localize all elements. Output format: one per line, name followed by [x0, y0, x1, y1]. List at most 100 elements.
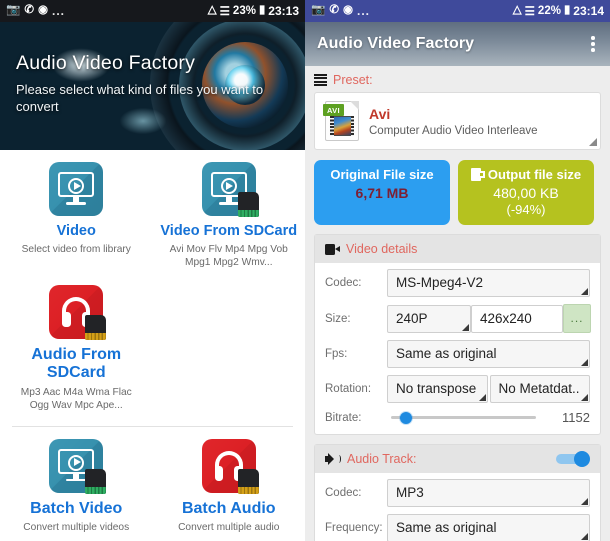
audio-codec-row: Codec: MP3	[325, 479, 590, 507]
audio-track-header: Audio Track:	[315, 445, 600, 473]
tile-video-sdcard-title: Video From SDCard	[160, 223, 298, 239]
preset-section-header: Preset:	[305, 66, 610, 92]
tile-audio-from-sdcard[interactable]: Audio From SDCard Mp3 Aac M4a Wma Flac O…	[0, 273, 153, 416]
tile-video-sdcard-desc: Avi Mov Flv Mp4 Mpg Vob Mpg1 Mpg2 Wmv...	[169, 243, 288, 268]
video-fps-spinner[interactable]: Same as original	[387, 340, 590, 368]
sdcard-icon	[237, 192, 259, 217]
sdcard-icon	[85, 314, 107, 340]
battery-percent-label: 22%	[537, 5, 561, 17]
tile-batch-video-desc: Convert multiple videos	[23, 522, 130, 534]
sdcard-icon	[85, 468, 107, 494]
bitrate-slider[interactable]	[387, 411, 540, 424]
output-file-size-box[interactable]: Output file size 480,00 KB (-94%)	[458, 160, 594, 225]
video-bitrate-label: Bitrate:	[325, 411, 362, 424]
video-bitrate-value: 1152	[562, 410, 590, 425]
tile-audio-sdcard-desc: Mp3 Aac M4a Wma Flac Ogg Wav Mpc Ape...	[20, 386, 132, 411]
camera-icon	[325, 243, 340, 255]
original-file-size-label: Original File size	[330, 167, 434, 182]
left-screen: 📷 ✆ ◉ ... △ ☰ 23% ▮ 23:13 Audio Video Fa…	[0, 0, 305, 541]
video-size-label: Size:	[325, 312, 351, 325]
app-subtitle: Please select what kind of files you wan…	[16, 82, 264, 114]
headphones-sdcard-icon	[49, 284, 107, 340]
play-triangle	[73, 458, 81, 467]
screenshot-root: 📷 ✆ ◉ ... △ ☰ 23% ▮ 23:13 Audio Video Fa…	[0, 0, 610, 541]
battery-percent-label: 23%	[232, 5, 256, 17]
status-overflow-dots: ...	[52, 4, 66, 18]
overflow-menu-icon[interactable]	[588, 32, 598, 56]
tile-video-icon-wrap	[4, 162, 149, 216]
tile-video-title: Video	[56, 223, 96, 239]
file-fold	[350, 101, 359, 110]
tile-video-sdcard-icon-wrap	[157, 162, 302, 217]
status-system-icons: △ ☰ 22% ▮ 23:14	[513, 4, 604, 18]
bitrate-track[interactable]	[391, 411, 536, 424]
video-details-form: Codec: MS-Mpeg4-V2 Size: 240P 426x240 ..…	[315, 263, 600, 434]
speaker-icon	[325, 453, 341, 465]
output-file-size-label: Output file size	[487, 167, 582, 182]
bitrate-row: Bitrate: 1152	[325, 410, 590, 425]
app-title: Audio Video Factory	[16, 52, 196, 74]
tile-audio-sdcard-icon-wrap	[4, 284, 149, 340]
tile-video-desc: Select video from library	[21, 243, 131, 255]
status-overflow-dots: ...	[357, 4, 371, 18]
video-details-header: Video details	[315, 235, 600, 263]
audio-codec-label: Codec:	[325, 487, 362, 499]
signal-icon: ☰	[524, 6, 535, 18]
avi-file-icon: AVI	[323, 101, 359, 141]
play-triangle	[226, 181, 234, 190]
video-codec-spinner[interactable]: MS-Mpeg4-V2	[387, 269, 590, 297]
fps-row: Fps: Same as original	[325, 340, 590, 368]
video-monitor-sdcard-icon	[201, 162, 259, 217]
preset-name: Avi	[369, 105, 391, 122]
tile-batch-audio-desc: Convert multiple audio	[178, 522, 280, 534]
video-size-dimensions-field[interactable]: 426x240	[471, 304, 563, 333]
tile-video[interactable]: Video Select video from library	[0, 150, 153, 273]
left-status-bar: 📷 ✆ ◉ ... △ ☰ 23% ▮ 23:13	[0, 0, 305, 22]
audio-track-card: Audio Track: Codec: MP3 Frequency: Same …	[314, 444, 601, 541]
list-icon	[314, 74, 327, 87]
tile-batch-audio[interactable]: Batch Audio Convert multiple audio	[153, 427, 306, 538]
preset-dropdown-corner-icon[interactable]	[589, 138, 597, 146]
image-icon: 📷	[311, 4, 326, 17]
video-rotation-spinner[interactable]: No transpose	[387, 375, 488, 403]
video-size-more-button[interactable]: ...	[563, 304, 591, 333]
shield-icon: ◉	[342, 4, 354, 17]
right-status-bar: 📷 ✆ ◉ ... △ ☰ 22% ▮ 23:14	[305, 0, 610, 22]
output-file-size-delta: (-94%)	[506, 202, 546, 217]
video-fps-label: Fps:	[325, 348, 348, 360]
monitor-base	[66, 478, 87, 482]
audio-track-toggle[interactable]	[556, 451, 590, 467]
toggle-knob	[574, 451, 590, 467]
wifi-icon: △	[207, 4, 217, 17]
audio-track-label: Audio Track:	[347, 452, 417, 466]
tile-batch-audio-title: Batch Audio	[181, 499, 276, 517]
monitor-base	[66, 202, 87, 205]
audio-frequency-label: Frequency:	[325, 522, 383, 534]
monitor-stand	[73, 473, 80, 479]
tile-batch-video[interactable]: Batch Video Convert multiple videos	[0, 427, 153, 538]
sdcard-icon	[237, 468, 259, 494]
preset-card[interactable]: AVI Avi Computer Audio Video Interleave	[314, 92, 601, 150]
tile-batch-video-icon-wrap	[4, 438, 149, 494]
video-size-preset-spinner[interactable]: 240P	[387, 304, 471, 333]
status-system-icons: △ ☰ 23% ▮ 23:13	[208, 4, 299, 18]
tile-row-2: Audio From SDCard Mp3 Aac M4a Wma Flac O…	[0, 273, 305, 416]
tile-video-from-sdcard[interactable]: Video From SDCard Avi Mov Flv Mp4 Mpg Vo…	[153, 150, 306, 273]
codec-row: Codec: MS-Mpeg4-V2	[325, 269, 590, 297]
hero-banner: Audio Video Factory Please select what k…	[0, 22, 305, 150]
audio-frequency-spinner[interactable]: Same as original	[387, 514, 590, 541]
bitrate-thumb[interactable]	[399, 411, 412, 424]
status-notification-icons: 📷 ✆ ◉ ...	[311, 4, 370, 18]
video-details-label: Video details	[346, 242, 418, 256]
shield-icon: ◉	[37, 4, 49, 17]
clock-label: 23:14	[573, 4, 604, 18]
whatsapp-icon: ✆	[329, 4, 339, 17]
tile-audio-sdcard-title: Audio From SDCard	[31, 345, 122, 382]
video-details-card: Video details Codec: MS-Mpeg4-V2 Size: 2…	[314, 234, 601, 435]
video-codec-label: Codec:	[325, 277, 362, 289]
clock-label: 23:13	[268, 4, 299, 18]
video-monitor-icon	[49, 162, 104, 216]
video-metadata-spinner[interactable]: No Metatdat..	[489, 375, 590, 403]
audio-codec-spinner[interactable]: MP3	[387, 479, 590, 507]
